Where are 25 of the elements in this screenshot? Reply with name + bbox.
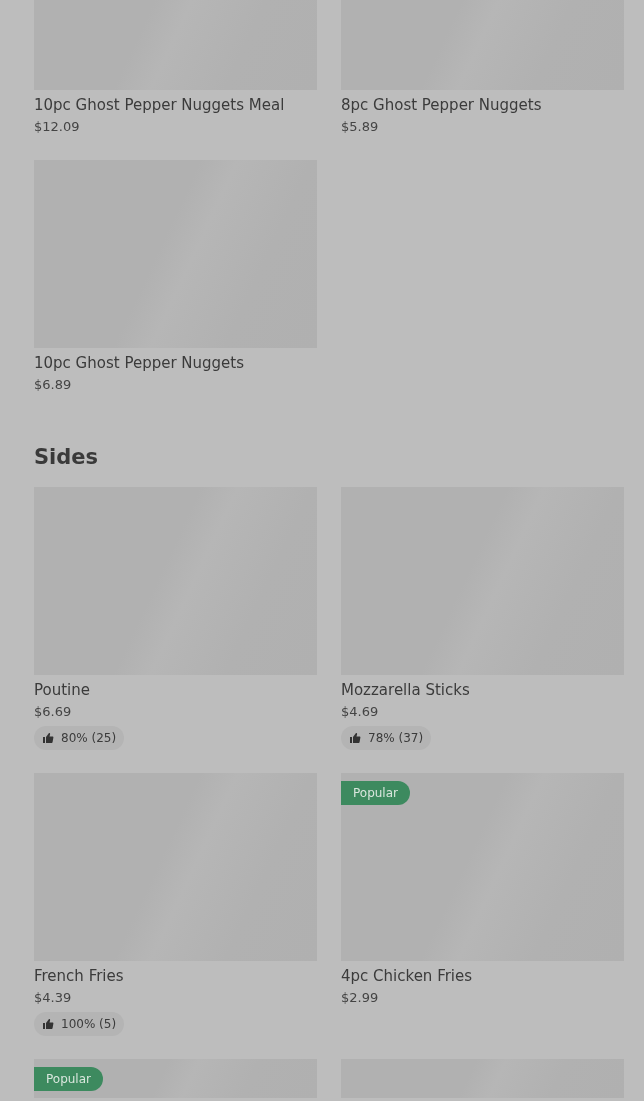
item-name: 10pc Ghost Pepper Nuggets Meal [34, 95, 285, 116]
item-price: $6.89 [34, 376, 72, 394]
item-price: $5.89 [341, 118, 379, 136]
item-name: 10pc Ghost Pepper Nuggets [34, 353, 245, 374]
item-price: $12.09 [34, 118, 80, 136]
image-placeholder[interactable]: Popular [34, 1059, 317, 1098]
rating-text: 78% (37) [368, 731, 424, 745]
item-name: Mozzarella Sticks [341, 680, 470, 701]
popular-badge: Popular [34, 1067, 103, 1091]
item-price: $4.69 [341, 703, 379, 721]
rating-text: 100% (5) [61, 1017, 117, 1031]
item-name: 4pc Chicken Fries [341, 966, 473, 987]
section-heading: Sides [34, 444, 100, 471]
item-price: $4.39 [34, 989, 72, 1007]
item-name: 8pc Ghost Pepper Nuggets [341, 95, 542, 116]
image-placeholder[interactable]: Popular [341, 773, 624, 961]
item-price: $2.99 [341, 989, 379, 1007]
thumbs-up-icon [349, 732, 361, 744]
item-name: French Fries [34, 966, 124, 987]
thumbs-up-icon [42, 732, 54, 744]
thumbs-up-icon [42, 1018, 54, 1030]
rating-text: 80% (25) [61, 731, 117, 745]
item-name: Poutine [34, 680, 90, 701]
popular-badge: Popular [341, 781, 410, 805]
item-price: $6.69 [34, 703, 72, 721]
